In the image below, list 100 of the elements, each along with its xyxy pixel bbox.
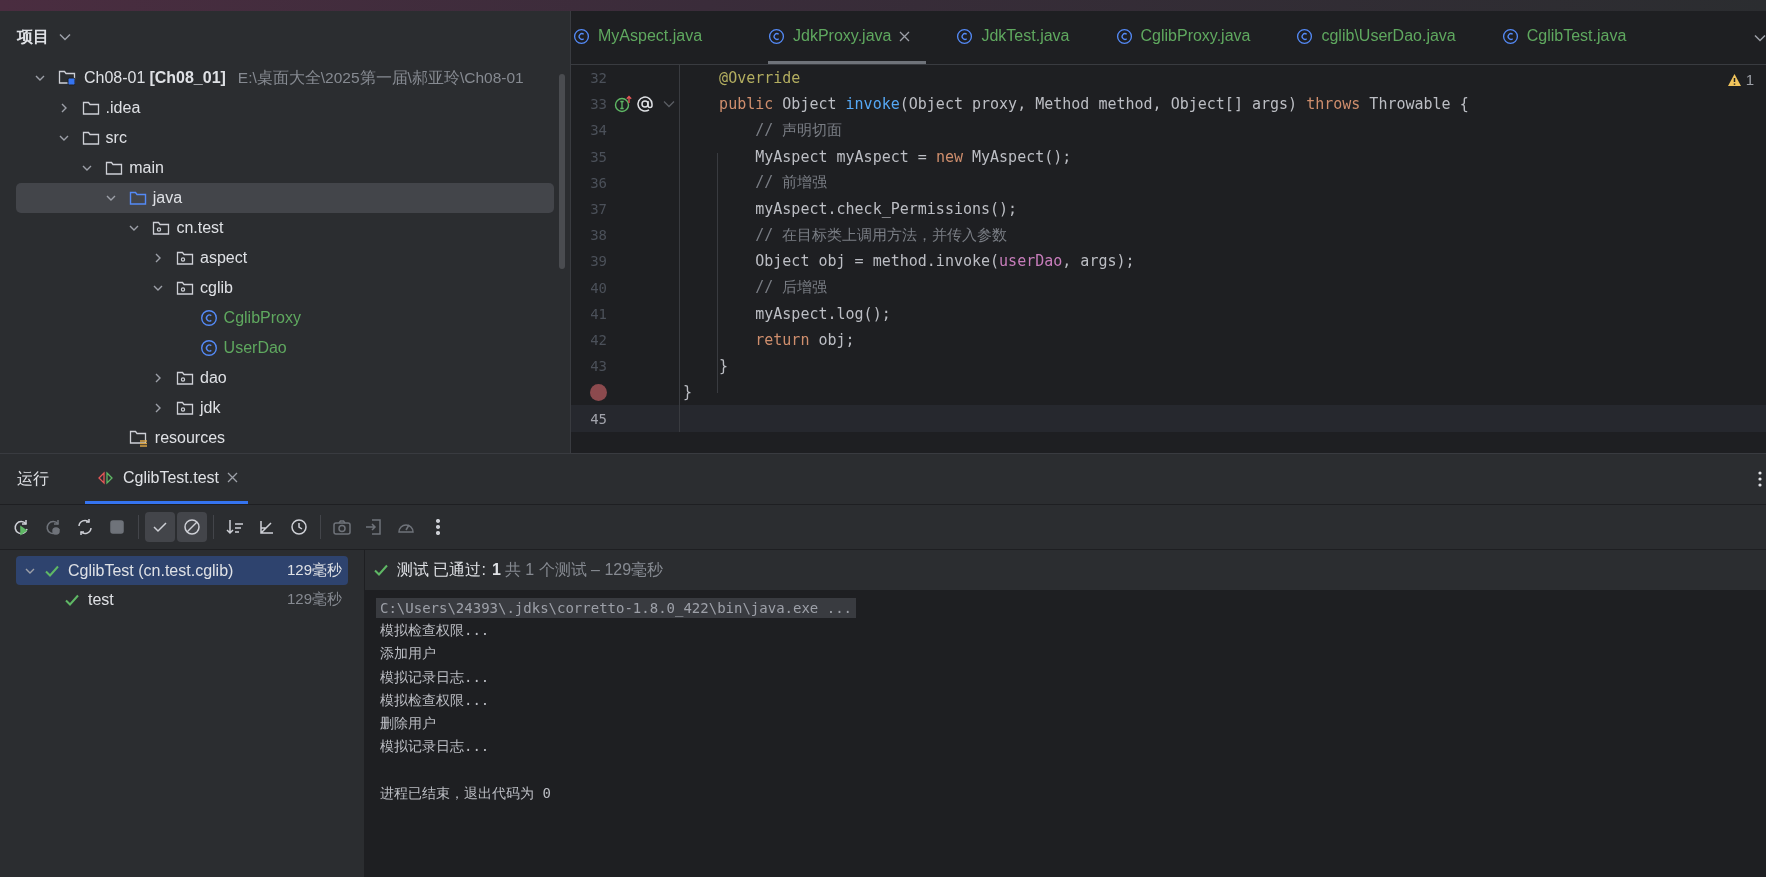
module-path: E:\桌面大全\2025第一届\郝亚玲\Ch08-01	[237, 67, 524, 88]
editor-tab[interactable]: MyAspect.java	[573, 11, 719, 64]
editor-tab[interactable]: CglibProxy.java	[1115, 11, 1267, 64]
console-output: 进程已结束，退出代码为 0	[380, 785, 551, 803]
panel-title[interactable]: 运行	[17, 468, 49, 490]
folder-icon	[128, 190, 147, 206]
code-line: Object obj = method.invoke(userDao, args);	[754, 252, 1135, 271]
test-item[interactable]: test 129毫秒	[16, 585, 348, 614]
class-icon	[573, 27, 590, 45]
console-output: 删除用户	[380, 715, 436, 734]
code-line: myAspect.log();	[754, 304, 891, 323]
warning-count[interactable]: 1	[1745, 71, 1754, 88]
editor-tab[interactable]: CglibTest.java	[1501, 11, 1643, 64]
test-item[interactable]: CglibTest (cn.test.cglib) 129毫秒	[16, 556, 348, 585]
test-run-icon	[97, 470, 115, 485]
code-line: myAspect.check_Permissions();	[754, 200, 1018, 219]
code-line: // 后增强	[754, 278, 828, 298]
editor-tab[interactable]: cglib\UserDao.java	[1296, 11, 1472, 64]
class-icon	[199, 309, 218, 327]
tree-item[interactable]: jdk	[16, 393, 554, 423]
tree-item[interactable]: CglibProxy	[16, 303, 554, 333]
chevron-down-icon[interactable]	[1754, 34, 1766, 42]
module-name: [Ch08_01]	[149, 69, 226, 87]
show-ignored-icon	[182, 517, 202, 537]
code-line: }	[683, 383, 693, 402]
class-icon	[956, 27, 974, 45]
sort-icon	[225, 517, 245, 537]
passed-count: 1	[491, 561, 501, 579]
test-name: CglibTest (cn.test.cglib)	[68, 561, 235, 580]
code-line: @Override	[718, 69, 801, 88]
toggle-auto-icon	[75, 517, 95, 537]
folder-icon	[81, 100, 100, 116]
tree-item-label: aspect	[200, 249, 248, 267]
package-icon	[176, 400, 194, 416]
tree-item-label: Ch08-01	[84, 69, 146, 87]
show-passed-button[interactable]	[145, 512, 175, 542]
folder-icon	[81, 130, 100, 146]
test-status: 测试 已通过:	[397, 559, 486, 580]
editor-tab[interactable]: JdkTest.java	[956, 11, 1086, 64]
scrollbar[interactable]	[559, 74, 565, 269]
code-line: // 声明切面	[754, 120, 843, 140]
code-line: }	[718, 357, 729, 376]
code-line: // 在目标类上调用方法，并传入参数	[754, 225, 1008, 245]
tree-item[interactable]: java	[16, 183, 554, 213]
tree-item[interactable]: src	[16, 123, 554, 153]
tree-item[interactable]: resources	[16, 423, 554, 453]
implements-icon[interactable]	[614, 95, 634, 114]
tree-item[interactable]: UserDao	[16, 333, 554, 363]
history-icon	[289, 517, 309, 537]
tree-item-label: dao	[200, 369, 227, 387]
tree-item[interactable]: dao	[16, 363, 554, 393]
resources-folder-icon	[128, 429, 149, 447]
close-icon[interactable]	[227, 472, 239, 483]
module-icon	[58, 69, 78, 87]
tree-item-label: jdk	[200, 399, 221, 417]
test-summary: 共 1 个测试 – 129毫秒	[504, 559, 664, 580]
at-sign-icon[interactable]	[636, 95, 654, 114]
tree-item-label: cn.test	[176, 219, 224, 237]
warning-icon[interactable]	[1726, 72, 1742, 87]
tree-item[interactable]: Ch08-01 [Ch08_01] E:\桌面大全\2025第一届\郝亚玲\Ch08-01	[16, 63, 554, 93]
run-tab[interactable]: CglibTest.test	[85, 454, 249, 504]
camera-icon	[332, 517, 352, 537]
breakpoint-dot[interactable]	[590, 383, 607, 401]
test-duration: 129毫秒	[286, 561, 342, 580]
class-icon	[1501, 27, 1519, 45]
tree-item-label: main	[129, 159, 164, 177]
tree-item[interactable]: cn.test	[16, 213, 554, 243]
tree-item[interactable]: aspect	[16, 243, 554, 273]
package-icon	[176, 280, 194, 296]
console-output: 模拟记录日志...	[380, 738, 490, 757]
show-ignored-button[interactable]	[177, 512, 207, 542]
tree-item-label: CglibProxy	[223, 309, 301, 327]
package-icon	[176, 250, 194, 266]
tree-item[interactable]: cglib	[16, 273, 554, 303]
stop-icon	[107, 517, 127, 537]
package-icon	[152, 220, 171, 236]
import-icon	[364, 517, 384, 537]
close-icon[interactable]	[899, 30, 911, 42]
tree-item[interactable]: main	[16, 153, 554, 183]
console-output: 模拟检查权限...	[380, 691, 490, 710]
code-line: public Object invoke(Object proxy, Method method, Object[] args) throws Throwable {	[718, 95, 1469, 114]
tree-item[interactable]: .idea	[16, 93, 554, 123]
tree-item-label: java	[152, 189, 183, 207]
code-line: return obj;	[754, 330, 855, 349]
class-icon	[1296, 27, 1314, 45]
panel-title[interactable]: 项目	[17, 26, 49, 48]
more-icon	[436, 519, 440, 535]
class-icon	[199, 339, 218, 357]
tree-item-label: src	[105, 129, 127, 147]
tree-item-label: cglib	[200, 279, 233, 297]
class-icon	[1115, 27, 1133, 45]
package-icon	[176, 370, 194, 386]
class-icon	[768, 27, 786, 45]
chevron-down-icon[interactable]	[59, 33, 71, 41]
tree-item-label: UserDao	[223, 339, 287, 357]
tree-item-label: .idea	[105, 99, 141, 117]
editor-tab[interactable]: JdkProxy.java	[768, 11, 927, 64]
console-output: 添加用户	[380, 645, 436, 664]
folder-icon	[105, 160, 124, 176]
more-icon[interactable]	[1758, 471, 1762, 487]
